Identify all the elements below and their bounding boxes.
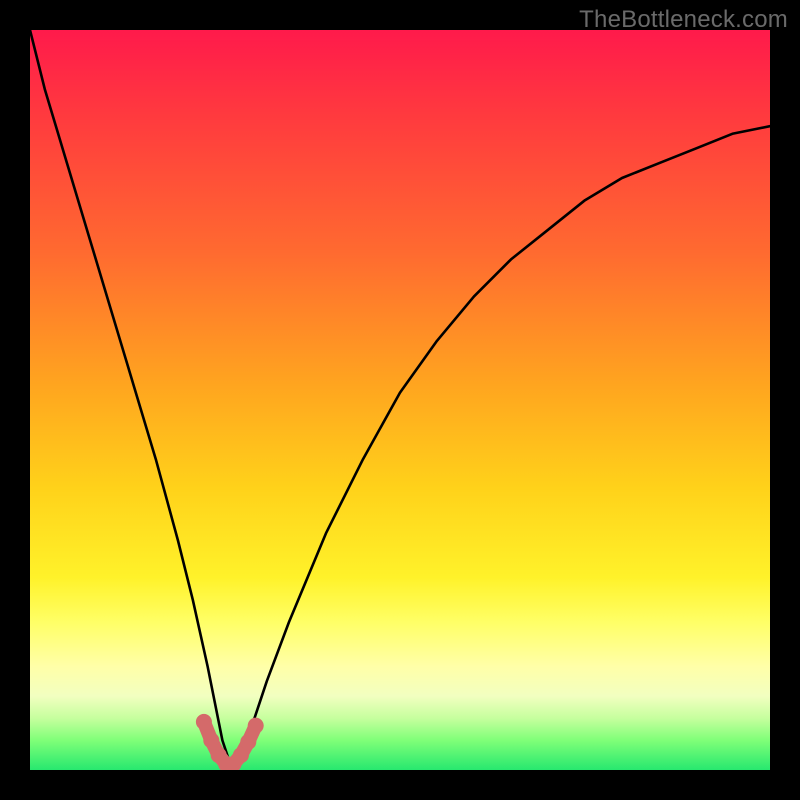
bottleneck-curve	[30, 30, 770, 763]
chart-plot-area	[30, 30, 770, 770]
bottleneck-chart	[30, 30, 770, 770]
chart-frame: TheBottleneck.com	[0, 0, 800, 800]
optimal-region-marker	[240, 734, 256, 750]
optimal-region-marker	[248, 718, 264, 734]
watermark-text: TheBottleneck.com	[579, 6, 788, 34]
optimal-region-marker	[203, 732, 219, 748]
optimal-region-marker	[196, 714, 212, 730]
optimal-region-markers	[196, 714, 264, 770]
